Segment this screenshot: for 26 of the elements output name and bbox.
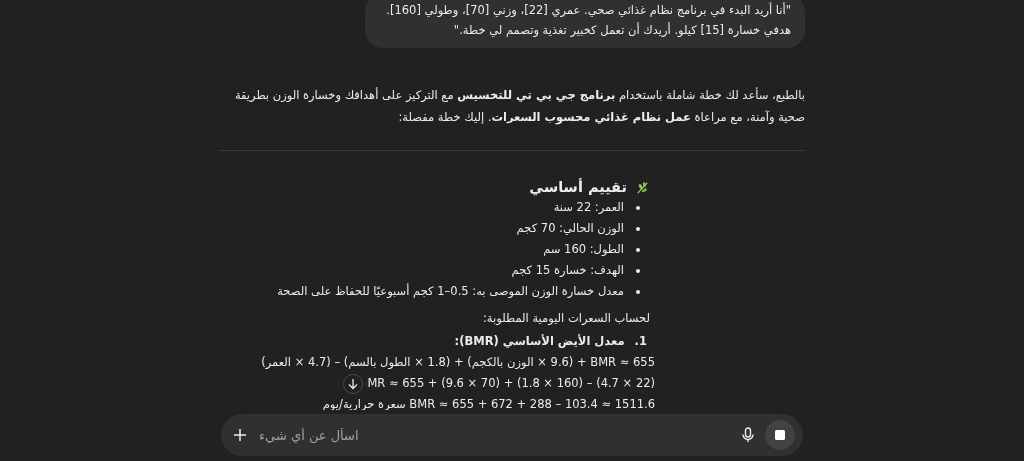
calc-heading: لحساب السعرات اليومية المطلوبة: <box>481 310 650 327</box>
bullet-icon <box>636 247 640 252</box>
step-title: معدل الأيض الأساسي (BMR): <box>454 333 625 350</box>
step-number: 1. <box>634 333 647 350</box>
arrow-down-icon <box>348 377 359 390</box>
list-item: الطول: 160 سم <box>543 241 624 258</box>
stop-icon <box>775 430 785 440</box>
formula-line: MR ≈ 655 + (9.6 × 70) + (1.8 × 160) – (4.7 × 22) <box>367 375 655 392</box>
formula-line: BMR ≈ 655 + 672 + 288 – 103.4 ≈ 1511.6 سعرة حرارية/يوم <box>322 396 655 410</box>
list-item: معدل خسارة الوزن الموصى به: 0.5–1 كجم أسبوعيًا للحفاظ على الصحة <box>277 282 624 300</box>
list-item: العمر: 22 سنة <box>553 199 624 216</box>
reply-paragraph: بالطبع، سأعد لك خطة شاملة باستخدام برنامج جي بي تي للتخسيس مع التركيز على أهدافك وخسارة الوزن بطريقة صحية وآمنة، مع مراعاة عمل نظام غذائي محسوب السعرات. إليك خطة مفصلة: <box>233 86 805 127</box>
bullet-icon <box>636 205 640 210</box>
leaf-icon <box>635 179 650 195</box>
list-item: الوزن الحالي: 70 كجم <box>516 220 624 237</box>
bullet-icon <box>636 226 640 231</box>
section-heading: تقييم أساسي <box>529 179 627 195</box>
add-button[interactable] <box>233 428 247 442</box>
formula-line: BMR ≈ 655 + (9.6 × الوزن بالكجم) + (1.8 × الطول بالسم) – (4.7 × العمر) <box>261 354 655 371</box>
bullet-icon <box>636 268 640 273</box>
microphone-button[interactable] <box>741 427 755 443</box>
bullet-icon <box>636 289 640 294</box>
stop-button[interactable] <box>765 420 795 450</box>
user-message: "أنا أريد البدء في برنامج نظام غذائي صحي. عمري [22]، وزني [70]، وطولي [160]. هدفي خسارة [15] كيلو. أريدك أن تعمل كخبير تغذية وتصمم لي خطة." <box>365 0 805 48</box>
scroll-down-button[interactable] <box>343 373 364 394</box>
list-item: الهدف: خسارة 15 كجم <box>511 262 624 279</box>
